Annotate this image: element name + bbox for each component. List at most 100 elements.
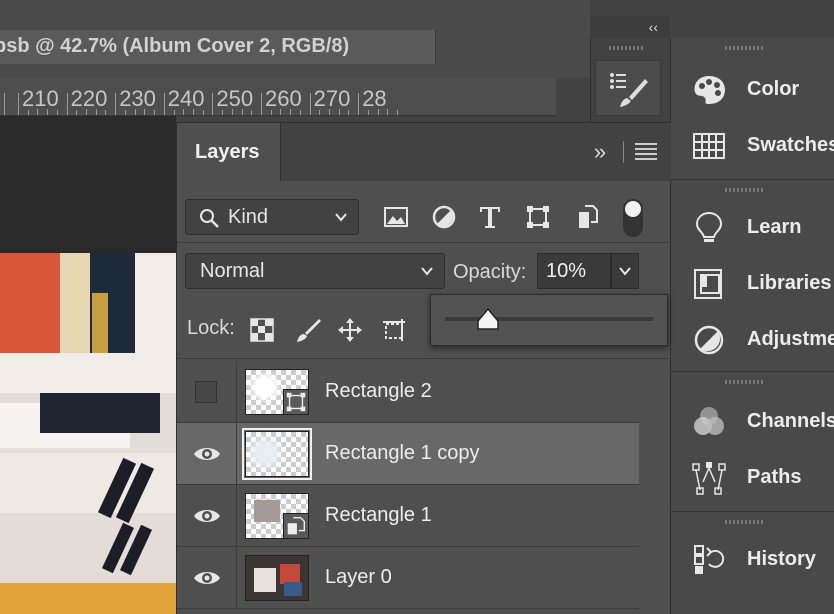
panel-item-swatches[interactable]: Swatches xyxy=(671,118,834,174)
panel-grip[interactable] xyxy=(609,46,645,50)
panel-label: Libraries xyxy=(747,272,832,294)
ruler-minor-tick xyxy=(222,110,224,115)
panel-label: Paths xyxy=(747,466,802,488)
ruler-minor-tick xyxy=(173,110,175,115)
ruler-minor-tick xyxy=(348,110,350,115)
visibility-toggle[interactable] xyxy=(177,485,237,547)
brush-settings-button[interactable] xyxy=(595,60,661,116)
panel-item-learn[interactable]: Learn xyxy=(671,200,834,256)
layers-panel-header: Layers » xyxy=(177,123,671,181)
pen-paths-icon xyxy=(692,462,726,495)
opacity-dropdown-button[interactable] xyxy=(611,253,639,289)
panel-grip[interactable] xyxy=(725,188,765,192)
panel-group-color: Color Swatches xyxy=(671,38,834,180)
ruler-tick xyxy=(66,93,68,115)
ruler-minor-tick xyxy=(290,109,292,115)
panel-item-channels[interactable]: Channels xyxy=(671,394,834,450)
document-title-tab[interactable]: psb @ 42.7% (Album Cover 2, RGB/8) xyxy=(0,30,436,64)
canvas-photo xyxy=(0,253,176,614)
collapse-panels-button[interactable]: ‹‹ xyxy=(590,16,670,38)
lock-image-pixels-brush-icon[interactable] xyxy=(295,317,321,343)
filter-toggle-switch[interactable] xyxy=(623,199,643,237)
layer-row[interactable]: Rectangle 1 copy xyxy=(177,423,639,485)
filter-type-layers-icon[interactable] xyxy=(477,204,503,230)
ruler-tick-label: 230 xyxy=(119,86,156,111)
panel-item-history[interactable]: History xyxy=(671,532,834,588)
ruler-minor-tick xyxy=(299,110,301,115)
ruler-tick-label: 250 xyxy=(216,86,254,111)
ruler-minor-tick xyxy=(251,110,253,115)
filter-kind-label: Kind xyxy=(228,206,269,228)
horizontal-ruler: 210 220 230 240 250 260 270 28 xyxy=(0,78,556,116)
filter-adjustment-layers-icon[interactable] xyxy=(431,204,457,230)
layer-thumbnail[interactable] xyxy=(245,555,309,601)
visibility-toggle[interactable] xyxy=(177,361,237,423)
layer-row[interactable]: Rectangle 1 xyxy=(177,485,639,547)
layer-row[interactable]: Rectangle 2 xyxy=(177,361,639,423)
opacity-label: Opacity: xyxy=(453,261,527,283)
smart-object-badge-icon xyxy=(283,513,309,539)
lock-position-move-icon[interactable] xyxy=(337,317,363,343)
layer-name[interactable]: Rectangle 2 xyxy=(325,380,432,403)
opacity-slider-popup xyxy=(430,294,668,346)
opacity-input[interactable]: 10% xyxy=(537,253,611,289)
panel-item-libraries[interactable]: Libraries xyxy=(671,256,834,312)
panel-group-learn: Learn Libraries Adjustments xyxy=(671,180,834,372)
panel-menu-icon[interactable] xyxy=(635,143,657,161)
layer-row[interactable]: Layer 0 xyxy=(177,547,639,609)
visibility-toggle[interactable] xyxy=(177,547,237,609)
ruler-minor-tick xyxy=(27,110,29,115)
ruler-minor-tick xyxy=(124,110,126,115)
layer-name[interactable]: Rectangle 1 xyxy=(325,504,432,527)
ruler-minor-tick xyxy=(105,110,107,115)
lock-artboard-icon[interactable] xyxy=(381,317,407,343)
panel-grip[interactable] xyxy=(725,380,765,384)
ruler-minor-tick xyxy=(76,110,78,115)
ruler-tick xyxy=(4,93,5,115)
ruler-minor-tick xyxy=(47,109,49,115)
libraries-icon xyxy=(694,269,722,299)
chevron-down-icon xyxy=(421,267,433,276)
shape-layer-badge-icon xyxy=(283,389,309,415)
layer-thumbnail[interactable] xyxy=(245,493,309,539)
ruler-tick-label: 240 xyxy=(167,86,205,111)
visibility-off-box xyxy=(195,381,217,403)
panel-label: Channels xyxy=(747,410,834,432)
filter-kind-select[interactable]: Kind xyxy=(185,199,359,235)
layer-name[interactable]: Rectangle 1 copy xyxy=(325,442,480,465)
visibility-toggle[interactable] xyxy=(177,423,237,485)
ruler-minor-tick xyxy=(377,109,379,115)
filter-pixel-layers-icon[interactable] xyxy=(383,204,409,230)
adjustments-half-circle-icon xyxy=(694,325,724,355)
ruler-minor-tick xyxy=(319,110,321,115)
panel-grip[interactable] xyxy=(725,520,765,524)
ruler-tick-label: 260 xyxy=(265,86,302,111)
filter-shape-layers-icon[interactable] xyxy=(525,204,551,230)
ruler-minor-tick xyxy=(231,109,233,115)
ruler-minor-tick xyxy=(183,109,185,115)
panel-item-adjustments[interactable]: Adjustments xyxy=(671,312,834,368)
blend-mode-value: Normal xyxy=(200,260,265,282)
tab-layers[interactable]: Layers xyxy=(177,123,281,181)
expand-panel-button[interactable]: » xyxy=(585,137,615,167)
lock-transparent-pixels-icon[interactable] xyxy=(249,317,275,343)
ruler-tick-label: 270 xyxy=(313,86,351,111)
ruler-minor-tick xyxy=(202,110,204,115)
ruler-minor-tick xyxy=(154,110,156,115)
panel-item-paths[interactable]: Paths xyxy=(671,450,834,506)
ruler-minor-tick xyxy=(367,110,369,115)
ruler-tick xyxy=(261,93,262,115)
ruler-tick xyxy=(309,93,311,115)
filter-smart-objects-icon[interactable] xyxy=(575,204,601,230)
ruler-minor-tick xyxy=(280,109,282,115)
layer-name[interactable]: Layer 0 xyxy=(325,566,392,589)
layer-thumbnail[interactable] xyxy=(245,369,309,415)
ruler-minor-tick xyxy=(95,109,97,115)
chevron-down-icon xyxy=(335,213,347,222)
blend-mode-select[interactable]: Normal xyxy=(185,253,445,289)
opacity-slider-thumb[interactable] xyxy=(476,307,500,331)
ruler-minor-tick xyxy=(270,110,272,115)
layer-thumbnail[interactable] xyxy=(245,431,309,477)
panel-item-color[interactable]: Color xyxy=(671,62,834,118)
panel-grip[interactable] xyxy=(725,46,765,50)
